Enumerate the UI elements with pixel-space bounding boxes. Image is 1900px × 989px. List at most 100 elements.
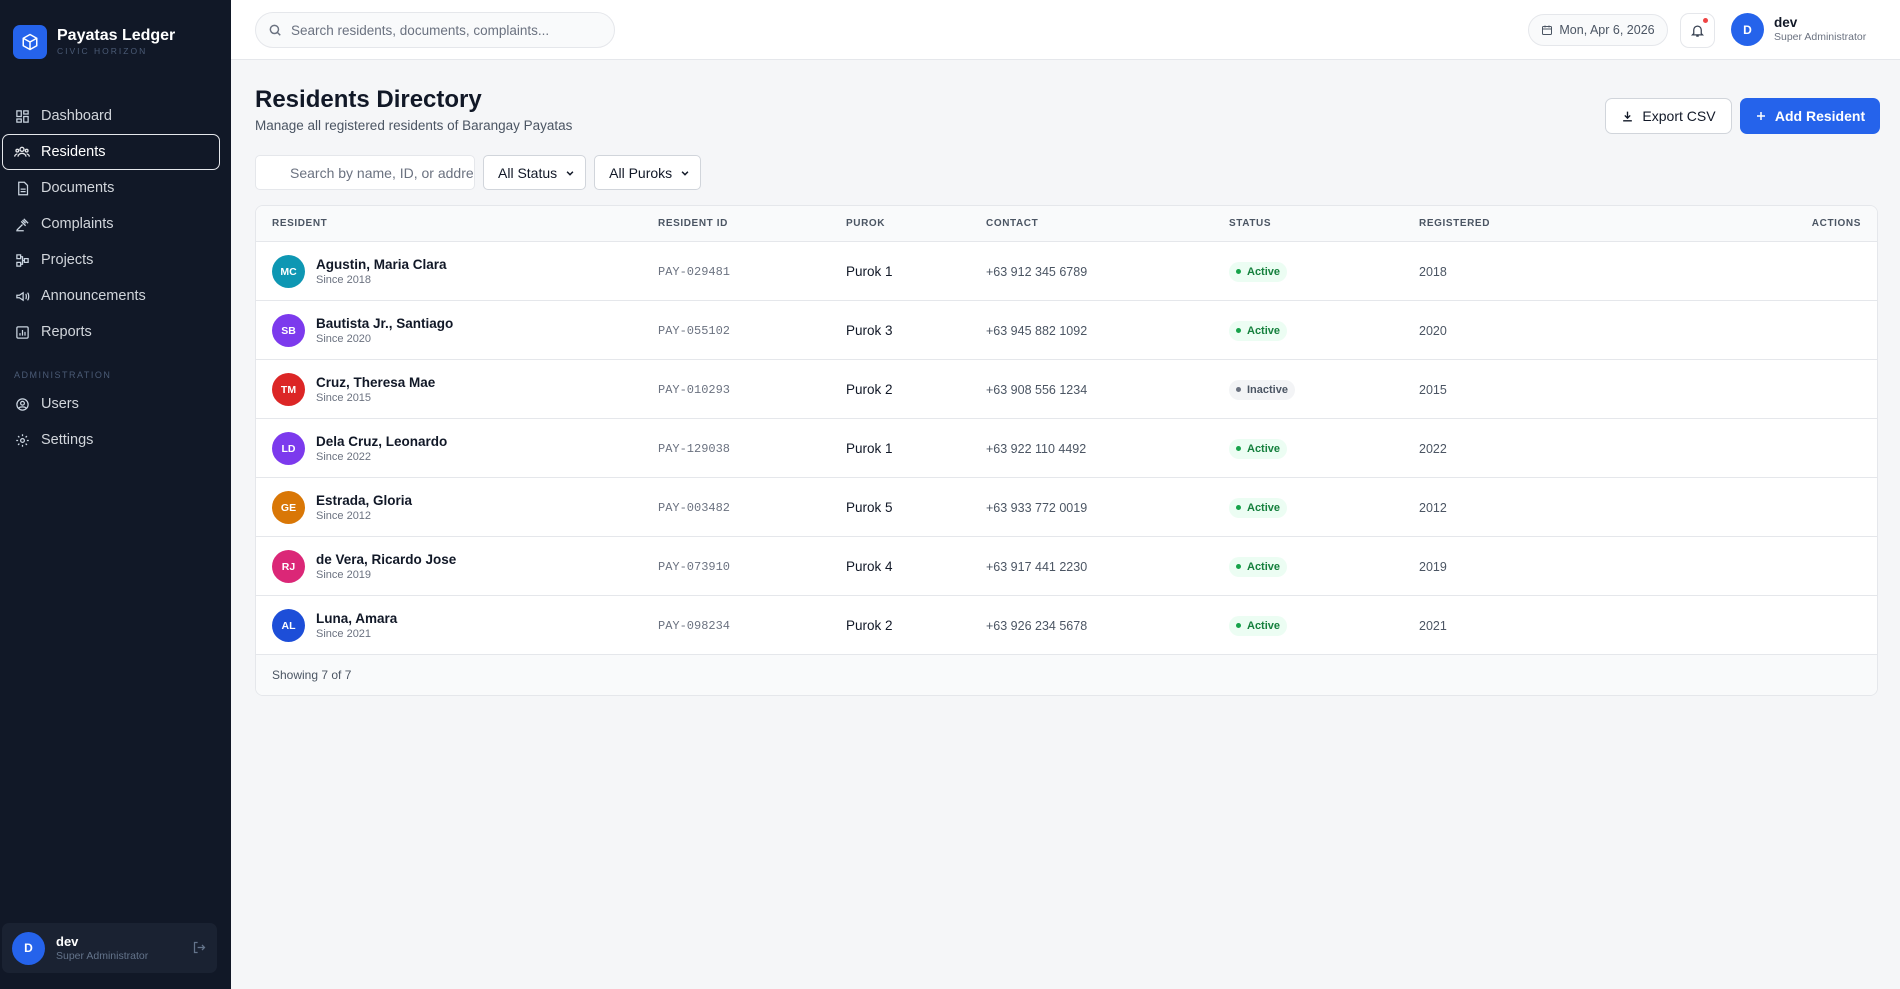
- avatar: GE: [272, 491, 305, 524]
- column-header-resident[interactable]: RESIDENT: [272, 218, 327, 229]
- user-name: dev: [1774, 15, 1798, 30]
- purok: Purok 1: [846, 441, 893, 456]
- resident-name[interactable]: Bautista Jr., Santiago: [316, 316, 453, 332]
- status-filter-value: All Status: [498, 164, 558, 181]
- resident-id: PAY-073910: [658, 559, 731, 574]
- status-badge: Active: [1229, 320, 1288, 341]
- user-menu[interactable]: D dev Super Administrator: [1731, 13, 1866, 46]
- column-header-status[interactable]: STATUS: [1229, 218, 1271, 229]
- user-role: Super Administrator: [56, 949, 149, 962]
- document-icon: [14, 180, 30, 196]
- resident-name[interactable]: Estrada, Gloria: [316, 493, 412, 509]
- resident-cell: TM Cruz, Theresa Mae Since 2015: [272, 360, 435, 419]
- purok-filter-select[interactable]: All Puroks: [594, 155, 702, 190]
- global-search[interactable]: [255, 12, 615, 48]
- status-dot: [1236, 446, 1241, 451]
- sidebar-item-projects[interactable]: Projects: [0, 242, 231, 278]
- column-header-resident-id[interactable]: RESIDENT ID: [658, 218, 728, 229]
- sidebar-item-dashboard[interactable]: Dashboard: [0, 98, 231, 134]
- global-search-input[interactable]: [291, 22, 601, 38]
- purok: Purok 2: [846, 618, 893, 633]
- table-row[interactable]: RJ de Vera, Ricardo Jose Since 2019 PAY-073…: [256, 537, 1877, 596]
- purok: Purok 3: [846, 323, 893, 338]
- contact-number: +63 908 556 1234: [986, 382, 1088, 397]
- column-header-contact[interactable]: CONTACT: [986, 218, 1038, 229]
- status-dot: [1236, 505, 1241, 510]
- avatar: TM: [272, 373, 305, 406]
- brand-subtitle: CIVIC HORIZON: [57, 46, 148, 56]
- contact-number: +63 945 882 1092: [986, 323, 1088, 338]
- column-header-registered[interactable]: REGISTERED: [1419, 218, 1490, 229]
- resident-name[interactable]: Luna, Amara: [316, 611, 397, 627]
- resident-name[interactable]: Cruz, Theresa Mae: [316, 375, 435, 391]
- sidebar-item-documents[interactable]: Documents: [0, 170, 231, 206]
- project-icon: [14, 252, 30, 268]
- table-footer: Showing 7 of 7: [256, 655, 1877, 695]
- status-filter-select[interactable]: All Status: [483, 155, 587, 190]
- contact-number: +63 926 234 5678: [986, 618, 1088, 633]
- notification-dot: [1703, 18, 1708, 23]
- resident-name[interactable]: de Vera, Ricardo Jose: [316, 552, 456, 568]
- users-icon: [14, 144, 30, 160]
- table-row[interactable]: GE Estrada, Gloria Since 2012 PAY-003482 Pur…: [256, 478, 1877, 537]
- gavel-icon: [14, 216, 30, 232]
- sidebar-item-settings[interactable]: Settings: [0, 422, 231, 458]
- sidebar-item-announcements[interactable]: Announcements: [0, 278, 231, 314]
- table-row[interactable]: LD Dela Cruz, Leonardo Since 2022 PAY-12903…: [256, 419, 1877, 478]
- table-row[interactable]: AL Luna, Amara Since 2021 PAY-098234 Purok 2…: [256, 596, 1877, 655]
- status-cell: Active: [1229, 301, 1288, 360]
- column-header-actions: ACTIONS: [1811, 218, 1861, 229]
- resident-name[interactable]: Agustin, Maria Clara: [316, 257, 447, 273]
- status-badge: Inactive: [1229, 379, 1295, 400]
- avatar: D: [12, 931, 45, 965]
- status-badge: Active: [1229, 261, 1288, 282]
- resident-cell: LD Dela Cruz, Leonardo Since 2022: [272, 419, 447, 478]
- add-resident-button[interactable]: Add Resident: [1740, 98, 1880, 134]
- resident-since: Since 2019: [316, 568, 372, 581]
- sidebar-item-label: Announcements: [41, 288, 146, 304]
- resident-cell: RJ de Vera, Ricardo Jose Since 2019: [272, 537, 456, 596]
- top-bar: Mon, Apr 6, 2026 D dev Super Administrat…: [231, 0, 1900, 60]
- status-cell: Active: [1229, 242, 1288, 301]
- resident-since: Since 2015: [316, 391, 372, 404]
- chevron-down-icon: [680, 168, 690, 178]
- resident-search-input[interactable]: [255, 155, 475, 190]
- sidebar-item-reports[interactable]: Reports: [0, 314, 231, 350]
- column-header-purok[interactable]: PUROK: [846, 218, 885, 229]
- resident-cell: MC Agustin, Maria Clara Since 2018: [272, 242, 447, 301]
- contact-number: +63 912 345 6789: [986, 264, 1088, 279]
- sidebar-item-label: Projects: [41, 252, 94, 268]
- filter-bar: All Status All Puroks: [255, 155, 702, 190]
- status-cell: Active: [1229, 596, 1288, 655]
- user-name: dev: [56, 933, 79, 949]
- gear-icon: [14, 432, 30, 448]
- registered-year: 2021: [1419, 618, 1447, 633]
- resident-name[interactable]: Dela Cruz, Leonardo: [316, 434, 447, 450]
- table-row[interactable]: TM Cruz, Theresa Mae Since 2015 PAY-010293 P…: [256, 360, 1877, 419]
- brand[interactable]: Payatas Ledger CIVIC HORIZON: [13, 25, 175, 59]
- logout-icon[interactable]: [192, 940, 207, 960]
- download-icon: [1621, 110, 1634, 123]
- notifications-button[interactable]: [1680, 13, 1715, 48]
- status-badge: Active: [1229, 615, 1288, 636]
- bell-icon: [1690, 23, 1705, 38]
- page-header: Residents Directory Manage all registere…: [255, 86, 572, 133]
- status-text: Active: [1247, 324, 1281, 337]
- sidebar-item-complaints[interactable]: Complaints: [0, 206, 231, 242]
- status-cell: Active: [1229, 537, 1288, 596]
- status-cell: Inactive: [1229, 360, 1295, 419]
- resident-id: PAY-003482: [658, 500, 731, 515]
- page-subtitle: Manage all registered residents of Baran…: [255, 118, 573, 133]
- table-row[interactable]: MC Agustin, Maria Clara Since 2018 PAY-0294…: [256, 242, 1877, 301]
- resident-id: PAY-010293: [658, 382, 731, 397]
- plus-icon: [1755, 110, 1767, 122]
- status-cell: Active: [1229, 478, 1288, 537]
- purok: Purok 5: [846, 500, 893, 515]
- sidebar-item-users[interactable]: Users: [0, 386, 231, 422]
- export-csv-button[interactable]: Export CSV: [1605, 98, 1732, 134]
- chevron-down-icon: [565, 168, 575, 178]
- sidebar-item-residents[interactable]: Residents: [2, 134, 220, 170]
- purok: Purok 1: [846, 264, 893, 279]
- resident-id: PAY-055102: [658, 323, 731, 338]
- table-row[interactable]: SB Bautista Jr., Santiago Since 2020 PAY-05…: [256, 301, 1877, 360]
